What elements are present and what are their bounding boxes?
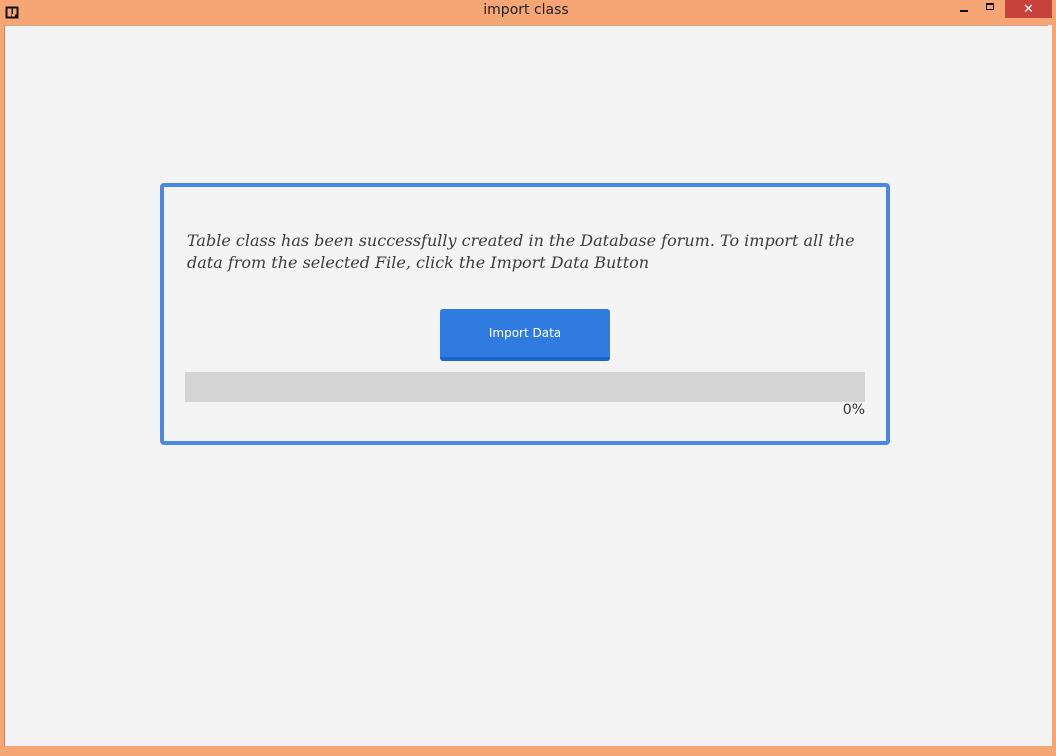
client-edge	[1048, 25, 1052, 746]
minimize-icon	[960, 10, 968, 12]
import-data-button[interactable]: Import Data	[440, 309, 610, 361]
success-message: Table class has been successfully create…	[187, 231, 855, 272]
maximize-button[interactable]	[978, 0, 1002, 18]
window-bottom-border	[0, 746, 1056, 756]
close-icon: ✕	[1023, 1, 1034, 17]
close-button[interactable]: ✕	[1005, 0, 1052, 18]
minimize-button[interactable]	[952, 0, 976, 18]
import-panel: Table class has been successfully create…	[160, 183, 890, 445]
maximize-icon	[986, 2, 994, 10]
window-title: import class	[483, 2, 569, 18]
import-progress-bar	[185, 372, 865, 402]
title-bar[interactable]: import class ✕	[0, 0, 1056, 24]
app-window: import class ✕ Table class has been succ…	[0, 0, 1056, 756]
progress-percent-label: 0%	[842, 402, 865, 418]
